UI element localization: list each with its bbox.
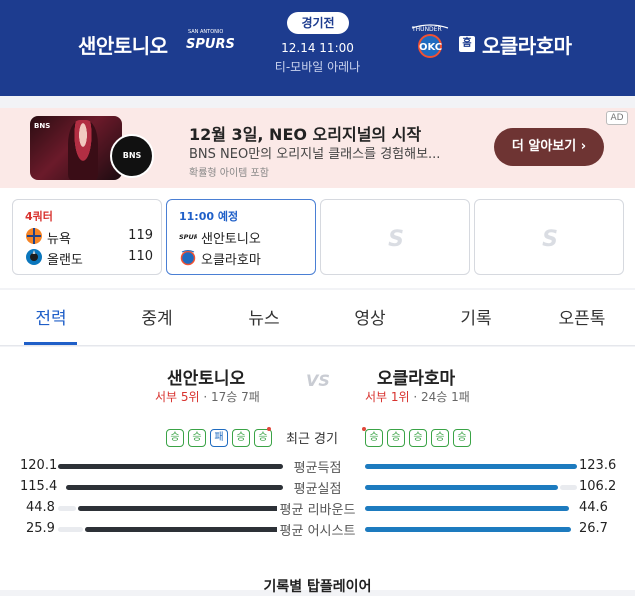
game-card-row: SPURS 샌안토니오	[179, 227, 307, 247]
game-card-row: 오클라호마	[179, 248, 307, 268]
home-recent-result: 승	[254, 429, 272, 447]
home-record: · 17승 7패	[203, 390, 260, 404]
away-recent-result: 승	[453, 429, 471, 447]
team-name: 샌안토니오	[201, 232, 261, 247]
home-team-title: 샌안토니오	[167, 369, 246, 389]
away-recent-result: 승	[409, 429, 427, 447]
game-venue: 티-모바일 아레나	[274, 60, 361, 74]
ad-description: BNS NEO만의 오리지널 클래스를 경험해보...	[189, 147, 441, 162]
away-team-title: 오클라호마	[377, 369, 456, 389]
placeholder-logo-icon: S	[388, 227, 404, 252]
tab-records[interactable]: 기록	[441, 304, 511, 329]
away-recent-result: 승	[431, 429, 449, 447]
ad-thumb-logo: BNS	[34, 122, 51, 130]
away-stat-value: 26.7	[579, 521, 608, 536]
home-recent-result: 패	[210, 429, 228, 447]
svg-text:SPURS: SPURS	[179, 233, 197, 241]
scoreboard-strip: 4쿼터 뉴욕 119 올랜도 110 11:00 예정 SPURS 샌안토니오 …	[0, 188, 635, 288]
away-stat-bar	[365, 506, 569, 511]
team-name: 뉴욕	[47, 232, 71, 247]
home-recent-result: 승	[166, 429, 184, 447]
away-team-name[interactable]: 오클라호마	[482, 30, 572, 59]
game-card-status: 11:00 예정	[179, 210, 239, 223]
vs-label: VS	[306, 371, 330, 390]
game-card[interactable]: 4쿼터 뉴욕 119 올랜도 110	[12, 199, 162, 275]
tab-bar: 전력 중계 뉴스 영상 기록 오픈톡	[0, 290, 635, 346]
team-name: 올랜도	[47, 253, 83, 268]
active-tab-indicator	[24, 342, 77, 345]
thunder-logo-icon	[180, 250, 196, 266]
thunder-logo-icon: THUNDER OKC	[411, 24, 449, 58]
away-stat-bar	[365, 485, 558, 490]
home-standing: 서부 5위 · 17승 7패	[155, 388, 260, 405]
ad-title[interactable]: 12월 3일, NEO 오리지널의 시작	[189, 121, 421, 145]
ad-cta-button[interactable]: 더 알아보기 ›	[494, 128, 604, 166]
home-recent-result: 승	[188, 429, 206, 447]
away-record: · 24승 1패	[413, 390, 470, 404]
game-header: 샌안토니오 SAN ANTONIO SPURS 경기전 12.14 11:00 …	[0, 0, 635, 96]
away-stat-value: 123.6	[579, 458, 617, 473]
away-rank: 서부 1위	[365, 390, 410, 404]
ad-disclaimer: 확률형 아이템 포함	[189, 168, 269, 179]
ad-banner[interactable]: BNS BNS NEO 12월 3일, NEO 오리지널의 시작 BNS NEO…	[0, 108, 635, 200]
svg-text:SAN ANTONIO: SAN ANTONIO	[188, 29, 223, 35]
thunder-logo-text: OKC	[419, 42, 442, 53]
game-card-row: 뉴욕 119	[25, 227, 153, 247]
team-score: 119	[128, 228, 153, 243]
team-name: 오클라호마	[201, 253, 261, 268]
game-status-badge: 경기전	[287, 12, 349, 34]
tab-news[interactable]: 뉴스	[229, 304, 299, 329]
away-stat-bar-track	[560, 485, 577, 490]
tab-power[interactable]: 전력	[16, 304, 86, 329]
game-card-status: 4쿼터	[25, 210, 53, 223]
ad-thumbnail[interactable]: BNS	[30, 116, 122, 180]
matchup-panel: 샌안토니오 VS 오클라호마 서부 5위 · 17승 7패 서부 1위 · 24…	[0, 347, 635, 595]
recent-games-label: 최근 경기	[286, 432, 338, 447]
away-recent-result: 승	[365, 429, 383, 447]
away-stat-bar	[365, 464, 577, 469]
ad-brand-logo: BNS NEO	[110, 134, 154, 200]
magic-logo-icon	[26, 249, 42, 265]
away-stat-value: 106.2	[579, 479, 617, 494]
away-standing: 서부 1위 · 24승 1패	[365, 388, 470, 405]
game-card-selected[interactable]: 11:00 예정 SPURS 샌안토니오 오클라호마	[166, 199, 316, 275]
home-badge: 홈	[459, 36, 475, 52]
home-recent-result: 승	[232, 429, 250, 447]
ad-tag[interactable]: AD	[606, 111, 628, 125]
game-card-placeholder[interactable]: S	[474, 199, 624, 275]
placeholder-logo-icon: S	[542, 227, 558, 252]
away-recent-result: 승	[387, 429, 405, 447]
tab-video[interactable]: 영상	[335, 304, 405, 329]
ad-character-image	[68, 120, 98, 180]
knicks-logo-icon	[26, 228, 42, 244]
game-card-placeholder[interactable]: S	[320, 199, 470, 275]
home-rank: 서부 5위	[155, 390, 200, 404]
away-stat-bar	[365, 527, 571, 532]
tab-open-talk[interactable]: 오픈톡	[547, 304, 617, 329]
svg-text:THUNDER: THUNDER	[411, 26, 442, 33]
top-players-heading: 기록별 탑플레이어	[263, 579, 372, 595]
tab-broadcast[interactable]: 중계	[122, 304, 192, 329]
game-card-row: 올랜도 110	[25, 248, 153, 268]
away-stat-value: 44.6	[579, 500, 608, 515]
spurs-logo-icon: SPURS	[179, 233, 197, 241]
latest-game-dot	[267, 427, 271, 431]
team-score: 110	[128, 249, 153, 264]
